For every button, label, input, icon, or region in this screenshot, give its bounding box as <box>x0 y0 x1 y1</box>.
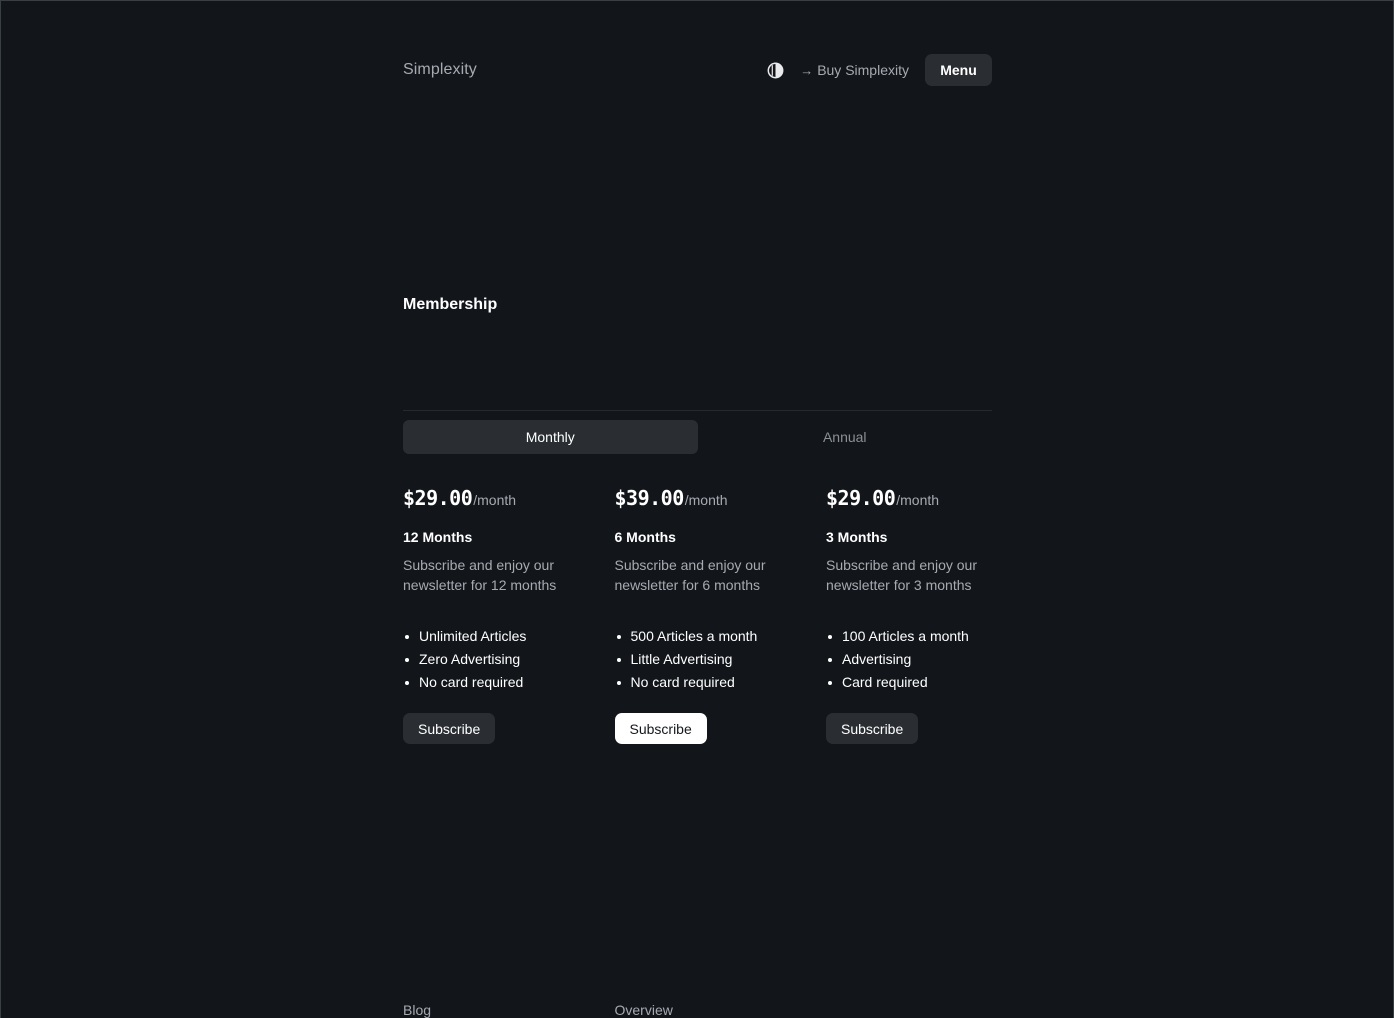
plan-period: /month <box>896 492 940 508</box>
plan-card-6-months: $39.00 /month 6 Months Subscribe and enj… <box>614 486 827 744</box>
feature-item: No card required <box>403 671 615 694</box>
plan-description: Subscribe and enjoy our newsletter for 1… <box>403 557 557 593</box>
site-header: Simplexity → Buy Simplexity Menu <box>403 54 992 86</box>
plan-price: $29.00 <box>826 486 896 510</box>
tab-annual[interactable]: Annual <box>698 420 993 454</box>
plan-description: Subscribe and enjoy our newsletter for 6… <box>614 557 766 593</box>
plan-card-12-months: $29.00 /month 12 Months Subscribe and en… <box>403 486 615 744</box>
feature-list: 500 Articles a month Little Advertising … <box>615 625 827 694</box>
plan-name: 6 Months <box>614 529 676 545</box>
feature-item: Advertising <box>826 648 1038 671</box>
subscribe-button-12-months[interactable]: Subscribe <box>403 713 496 744</box>
subscribe-button-6-months[interactable]: Subscribe <box>614 713 707 744</box>
contrast-icon[interactable] <box>766 61 784 79</box>
menu-button[interactable]: Menu <box>925 54 992 86</box>
price-row: $29.00 /month <box>826 486 1038 514</box>
header-nav: → Buy Simplexity Menu <box>766 54 992 86</box>
footer-link-blog[interactable]: Blog <box>403 1002 615 1018</box>
feature-list: 100 Articles a month Advertising Card re… <box>826 625 1038 694</box>
plan-price: $39.00 <box>614 486 685 510</box>
brand-logo[interactable]: Simplexity <box>403 61 477 79</box>
plan-name: 12 Months <box>403 529 473 545</box>
footer-link-overview[interactable]: Overview <box>615 1002 827 1018</box>
plans-grid: $29.00 /month 12 Months Subscribe and en… <box>403 486 992 744</box>
site-footer: Blog Overview <box>403 1002 992 1018</box>
feature-item: Little Advertising <box>615 648 827 671</box>
section-title: Membership <box>403 296 498 313</box>
arrow-right-icon: → <box>800 62 814 78</box>
plan-period: /month <box>684 492 728 508</box>
plan-period: /month <box>473 492 517 508</box>
buy-simplexity-label: Buy Simplexity <box>817 62 909 78</box>
feature-item: Unlimited Articles <box>403 625 615 648</box>
tab-monthly[interactable]: Monthly <box>403 420 698 454</box>
feature-list: Unlimited Articles Zero Advertising No c… <box>403 625 615 694</box>
feature-item: No card required <box>615 671 827 694</box>
plan-description: Subscribe and enjoy our newsletter for 3… <box>826 557 977 593</box>
price-row: $29.00 /month <box>403 486 615 514</box>
price-row: $39.00 /month <box>615 486 827 514</box>
feature-item: 500 Articles a month <box>615 625 827 648</box>
feature-item: Zero Advertising <box>403 648 615 671</box>
plan-name: 3 Months <box>826 529 888 545</box>
feature-item: Card required <box>826 671 1038 694</box>
feature-item: 100 Articles a month <box>826 625 1038 648</box>
plan-card-3-months: $29.00 /month 3 Months Subscribe and enj… <box>826 486 1038 744</box>
plan-price: $29.00 <box>403 486 473 510</box>
buy-simplexity-link[interactable]: → Buy Simplexity <box>800 62 909 78</box>
billing-tabs: Monthly Annual <box>403 410 992 454</box>
subscribe-button-3-months[interactable]: Subscribe <box>826 713 919 744</box>
